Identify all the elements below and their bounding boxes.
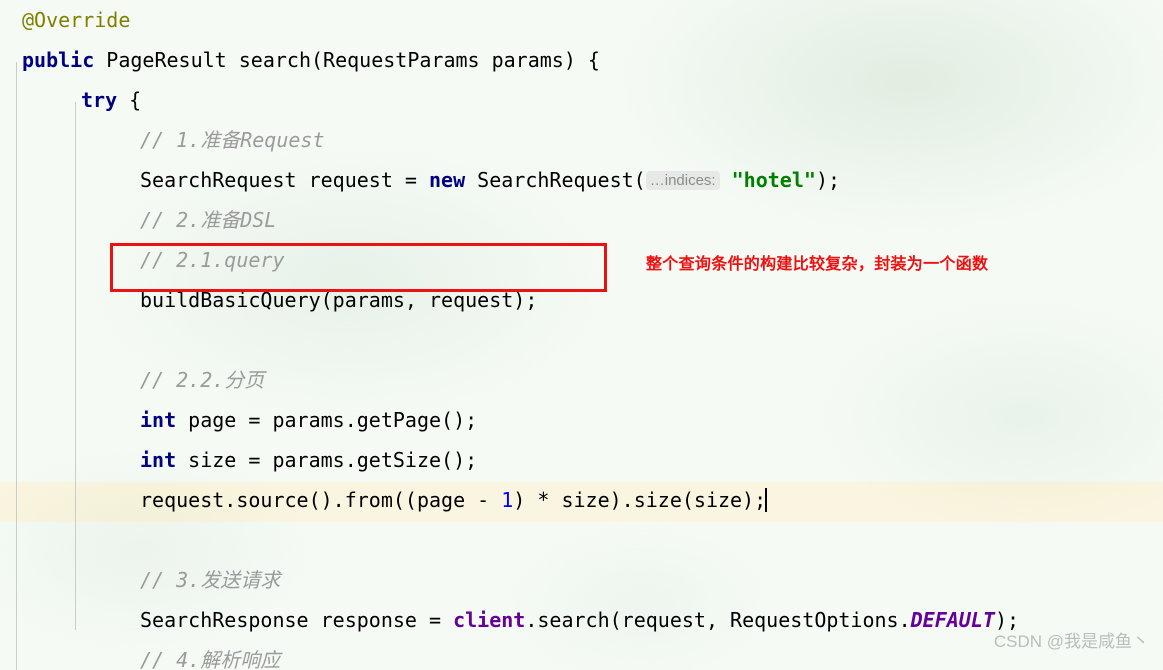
code-line[interactable]: int size = params.getSize();: [0, 440, 1163, 480]
code-token-cmt: // 2.准备DSL: [140, 208, 277, 232]
code-token-cmt: // 2.2.分页: [140, 368, 265, 392]
code-token-plain: );: [815, 168, 841, 192]
code-token-kw: try: [81, 88, 118, 112]
code-token-cmt: // 4.解析响应: [140, 648, 281, 670]
code-token-plain: request.source().from((page -: [140, 488, 502, 512]
code-token-plain: SearchRequest request =: [140, 168, 429, 192]
code-line[interactable]: @Override: [0, 0, 1163, 40]
code-token-plain: ) * size).size(size);: [513, 488, 767, 512]
code-line[interactable]: // 2.1.query: [0, 240, 1163, 280]
code-token-plain: size = params.getSize();: [176, 448, 478, 472]
code-token-plain: SearchResponse response =: [140, 608, 454, 632]
code-line[interactable]: [0, 520, 1163, 560]
code-line[interactable]: // 1.准备Request: [0, 120, 1163, 160]
callout-annotation-text: 整个查询条件的构建比较复杂，封装为一个函数: [646, 256, 989, 273]
code-token-plain: buildBasicQuery(params, request);: [140, 288, 538, 312]
code-line[interactable]: // 2.准备DSL: [0, 200, 1163, 240]
code-token-fld: client: [453, 608, 526, 632]
code-line[interactable]: request.source().from((page - 1) * size)…: [0, 480, 1163, 520]
code-line[interactable]: SearchRequest request = new SearchReques…: [0, 160, 1163, 200]
code-token-kw: new: [428, 168, 466, 192]
code-token-str: "hotel": [731, 168, 816, 192]
code-content[interactable]: @Override public PageResult search(Reques…: [0, 0, 1163, 670]
code-token-hint: …indices:: [645, 171, 720, 190]
code-token-anno: @Override: [22, 8, 131, 32]
text-caret: [765, 488, 768, 512]
code-token-cmt: // 1.准备Request: [140, 128, 325, 152]
code-line[interactable]: public PageResult search(RequestParams p…: [0, 40, 1163, 80]
code-token-plain: SearchRequest(: [465, 168, 646, 192]
code-token-cmt: // 2.1.query: [140, 248, 285, 272]
code-token-plain: PageResult search(RequestParams params) …: [94, 48, 600, 72]
code-token-stat: DEFAULT: [910, 608, 995, 632]
code-token-num: 1: [501, 488, 514, 512]
code-line[interactable]: SearchResponse response = client.search(…: [0, 600, 1163, 640]
watermark-label: CSDN @我是咸鱼丶: [993, 632, 1149, 651]
code-line[interactable]: [0, 320, 1163, 360]
code-line[interactable]: try {: [0, 80, 1163, 120]
code-line[interactable]: // 3.发送请求: [0, 560, 1163, 600]
code-token-kw: int: [140, 408, 177, 432]
code-token-kw: public: [22, 48, 95, 72]
code-editor[interactable]: @Override public PageResult search(Reques…: [0, 0, 1163, 670]
code-line[interactable]: int page = params.getPage();: [0, 400, 1163, 440]
code-token-plain: page = params.getPage();: [176, 408, 478, 432]
code-token-plain: {: [117, 88, 142, 112]
code-line[interactable]: buildBasicQuery(params, request);: [0, 280, 1163, 320]
code-line[interactable]: // 4.解析响应: [0, 640, 1163, 670]
code-token-kw: int: [140, 448, 177, 472]
code-token-plain: .search(request, RequestOptions.: [525, 608, 911, 632]
code-token-cmt: // 3.发送请求: [140, 568, 281, 592]
code-line[interactable]: // 2.2.分页: [0, 360, 1163, 400]
